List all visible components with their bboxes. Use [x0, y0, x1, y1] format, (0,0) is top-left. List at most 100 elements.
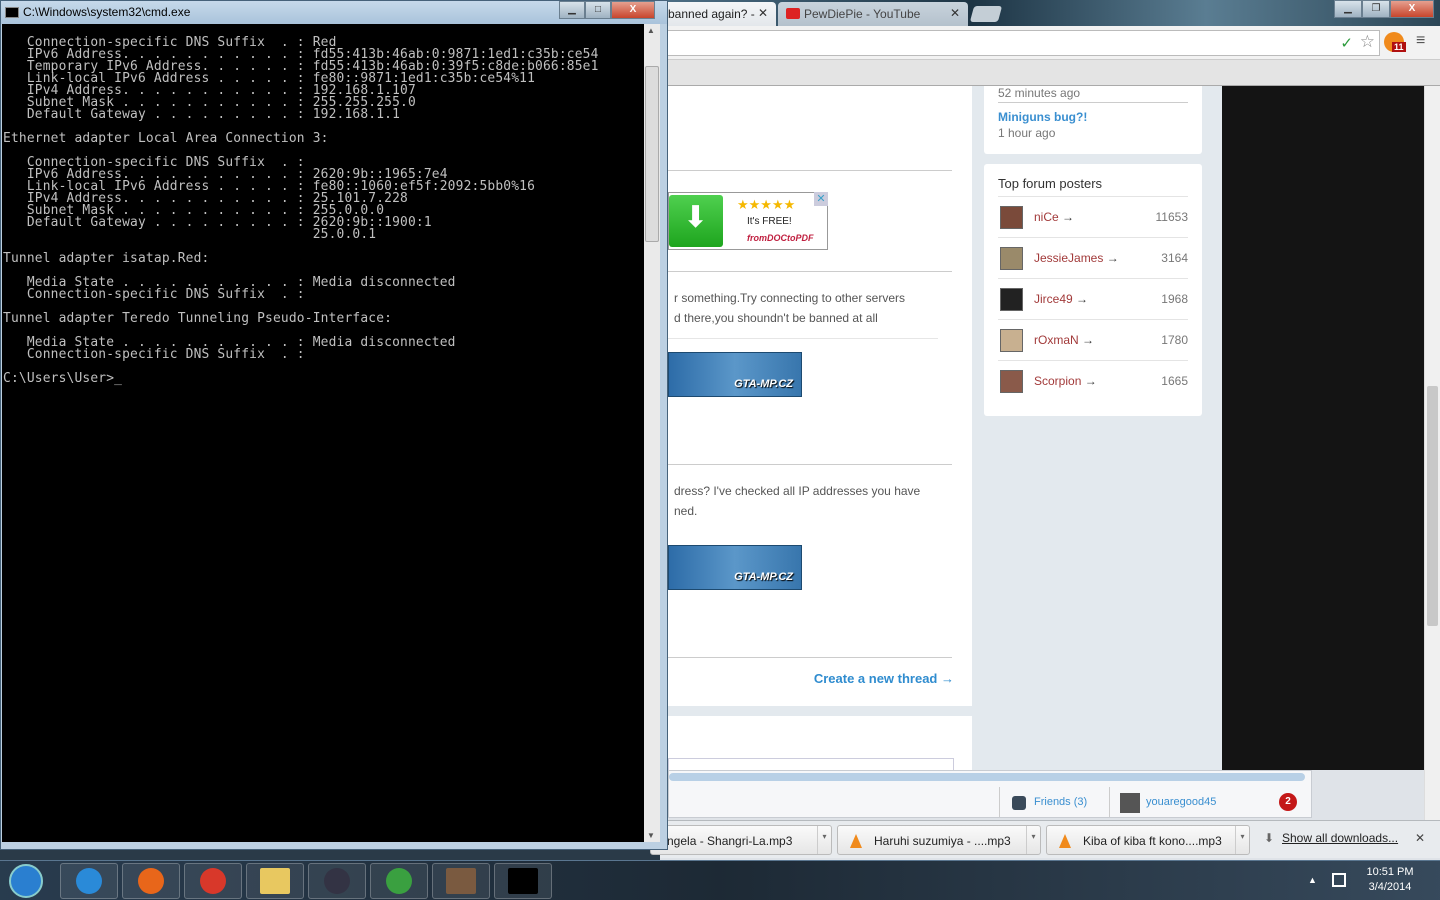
notification-badge[interactable]: 2	[1279, 793, 1297, 811]
thread-link[interactable]: Miniguns bug?!	[998, 110, 1087, 124]
poster-name[interactable]: JessieJames →	[1034, 251, 1119, 265]
minimize-button[interactable]: ▁	[1334, 0, 1362, 18]
clock[interactable]: 10:51 PM 3/4/2014	[1362, 866, 1418, 893]
post-count: 1968	[1161, 292, 1188, 306]
extension-icon[interactable]: 11	[1384, 32, 1406, 52]
friends-button[interactable]: Friends (3)	[999, 787, 1109, 817]
close-downloads-icon[interactable]: ✕	[1415, 831, 1425, 845]
youtube-icon	[786, 8, 800, 19]
poster-row[interactable]: JessieJames → 3164	[998, 237, 1188, 278]
post-text: r something.Try connecting to other serv…	[674, 291, 905, 305]
thread-time: 1 hour ago	[998, 126, 1056, 140]
download-arrow-icon: ⬇	[1264, 831, 1275, 845]
console-output[interactable]: Connection-specific DNS Suffix . : Red I…	[2, 24, 644, 842]
poster-name[interactable]: rOxmaN →	[1034, 333, 1094, 347]
link-label: Create a new thread	[813, 671, 938, 686]
minimize-button[interactable]: ▁	[559, 1, 585, 19]
taskbar-file-explorer[interactable]	[246, 863, 304, 899]
tab-forum[interactable]: banned again? - ✕	[660, 2, 776, 26]
poster-row[interactable]: niCe → 11653	[998, 196, 1188, 237]
username: youaregood45	[1146, 796, 1217, 808]
bookmarks-bar	[660, 60, 1440, 86]
download-item[interactable]: ngela - Shangri-La.mp3 ▾	[650, 825, 832, 855]
taskbar-firefox[interactable]	[122, 863, 180, 899]
user-button[interactable]: youaregood45	[1109, 787, 1269, 817]
console-line: Connection-specific DNS Suffix . :	[3, 287, 305, 302]
avatar	[1000, 206, 1023, 229]
close-window-button[interactable]: X	[1390, 0, 1434, 18]
chat-bar: Friends (3) youaregood45 2	[668, 770, 1312, 818]
download-item[interactable]: Kiba of kiba ft kono....mp3 ▾	[1046, 825, 1250, 855]
new-tab-button[interactable]	[969, 6, 1003, 22]
console-scrollbar[interactable]: ▲ ▼	[644, 24, 660, 842]
create-thread-link[interactable]: Create a new thread →	[814, 671, 954, 686]
poster-row[interactable]: rOxmaN → 1780	[998, 319, 1188, 360]
poster-name-text: Scorpion	[1034, 374, 1082, 388]
scrollbar-thumb[interactable]	[1427, 386, 1438, 626]
taskbar-gta-avatar[interactable]	[432, 863, 490, 899]
close-tab-icon[interactable]: ✕	[758, 6, 768, 20]
poster-row[interactable]: Jirce49 → 1968	[998, 278, 1188, 319]
reply-input[interactable]	[668, 758, 954, 770]
link-label: Show all downloads...	[1282, 831, 1399, 845]
tab-youtube[interactable]: PewDiePie - YouTube ✕	[778, 2, 968, 26]
download-name: Haruhi suzumiya - ....mp3	[874, 834, 1011, 848]
download-arrow-icon: ⬇	[669, 195, 723, 247]
avatar	[1000, 329, 1023, 352]
poster-row[interactable]: Scorpion → 1665	[998, 360, 1188, 401]
poster-name[interactable]: Scorpion →	[1034, 374, 1097, 388]
network-icon[interactable]	[1332, 873, 1346, 887]
menu-icon[interactable]: ≡	[1416, 32, 1425, 50]
start-button[interactable]	[4, 863, 48, 899]
arrow-right-icon: →	[1084, 374, 1097, 388]
page-scrollbar[interactable]	[1424, 86, 1440, 820]
console-line: Tunnel adapter Teredo Tunneling Pseudo-I…	[3, 311, 393, 326]
downloads-bar: ngela - Shangri-La.mp3 ▾ Haruhi suzumiya …	[650, 820, 1440, 858]
arrow-right-icon: →	[1106, 251, 1119, 265]
download-item[interactable]: Haruhi suzumiya - ....mp3 ▾	[837, 825, 1041, 855]
start-icon	[9, 864, 43, 898]
taskbar-game-launcher[interactable]	[370, 863, 428, 899]
bookmark-star-icon[interactable]: ☆	[1360, 32, 1375, 52]
close-window-button[interactable]: X	[611, 1, 655, 19]
signature-banner[interactable]: GTA-MP.CZ	[668, 352, 802, 397]
scroll-down-arrow[interactable]: ▼	[647, 831, 655, 840]
top-posters-card: Top forum posters niCe → 11653 JessieJames…	[984, 164, 1202, 416]
restore-button[interactable]: ❐	[1362, 0, 1390, 18]
taskbar-internet-explorer[interactable]	[60, 863, 118, 899]
chrome-browser-window: banned again? - ✕ PewDiePie - YouTube ✕ ▁ ❐…	[650, 0, 1440, 860]
rating-stars: ★★★★★	[737, 197, 796, 212]
card-title: Top forum posters	[998, 176, 1103, 191]
poster-name-text: JessieJames	[1034, 251, 1104, 265]
signature-banner[interactable]: GTA-MP.CZ	[668, 545, 802, 590]
vlc-icon	[850, 834, 862, 848]
download-menu-icon[interactable]: ▾	[817, 826, 831, 854]
avatar	[1000, 247, 1023, 270]
poster-name-text: rOxmaN	[1034, 333, 1079, 347]
poster-name[interactable]: Jirce49 →	[1034, 292, 1088, 306]
taskbar-steam[interactable]	[308, 863, 366, 899]
post-count: 3164	[1161, 251, 1188, 265]
secure-check-icon: ✓	[1340, 35, 1353, 52]
advertisement[interactable]: ⬇ ★★★★★ It's FREE! fromDOCtoPDF ✕	[668, 192, 828, 250]
thread-time: 52 minutes ago	[998, 86, 1081, 100]
show-all-downloads-link[interactable]: ⬇ Show all downloads...	[1264, 831, 1398, 845]
ad-text: It's FREE!	[747, 216, 792, 227]
download-menu-icon[interactable]: ▾	[1026, 826, 1040, 854]
taskbar-chrome[interactable]	[184, 863, 242, 899]
show-hidden-icons[interactable]: ▲	[1308, 875, 1317, 885]
maximize-button[interactable]: □	[585, 1, 611, 19]
poster-name[interactable]: niCe →	[1034, 210, 1074, 224]
avatar	[1120, 793, 1140, 813]
internet-explorer-icon	[76, 868, 102, 894]
close-tab-icon[interactable]: ✕	[950, 6, 960, 20]
scrollbar-thumb[interactable]	[645, 66, 659, 242]
steam-icon	[324, 868, 350, 894]
taskbar-cmd[interactable]	[494, 863, 552, 899]
address-bar[interactable]: ✓ ☆	[660, 30, 1380, 56]
ad-close-icon[interactable]: ✕	[814, 192, 828, 206]
scroll-up-arrow[interactable]: ▲	[647, 26, 655, 35]
console-line: Ethernet adapter Local Area Connection 3…	[3, 131, 329, 146]
cmd-title-bar[interactable]: C:\Windows\system32\cmd.exe ▁ □ X	[1, 1, 667, 24]
download-menu-icon[interactable]: ▾	[1235, 826, 1249, 854]
